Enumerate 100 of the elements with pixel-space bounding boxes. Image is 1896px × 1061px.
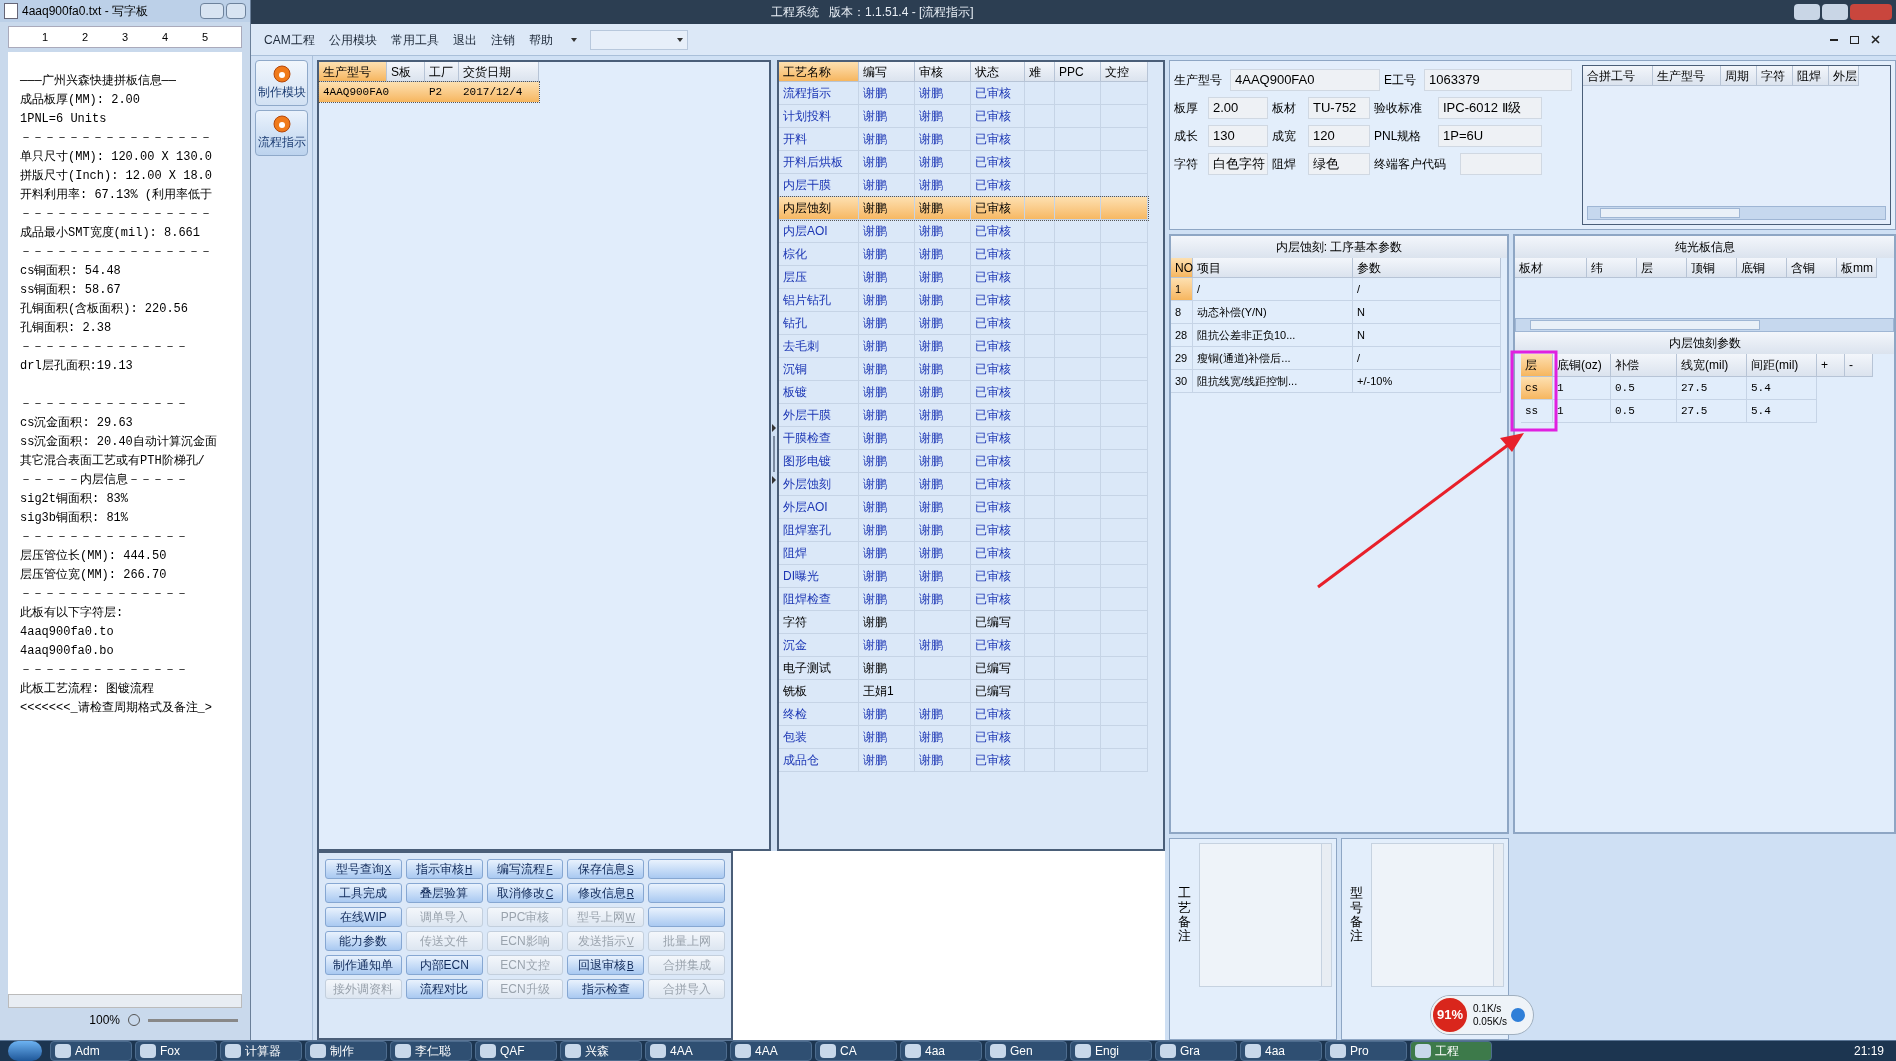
table-row[interactable]: 沉铜 谢鹏 谢鹏 已审核 <box>779 358 1148 381</box>
maximize-button[interactable] <box>226 3 246 19</box>
sidebar-button[interactable]: 流程指示 <box>255 110 308 156</box>
button[interactable]: 叠层验算 <box>405 883 483 903</box>
button[interactable]: 工具完成 <box>325 883 402 903</box>
taskbar-button[interactable]: Gra <box>1155 1041 1237 1061</box>
menu-item[interactable]: 公用模块 <box>323 30 382 49</box>
input-field[interactable]: 1P=6U <box>1438 125 1542 147</box>
horizontal-scrollbar[interactable] <box>8 994 242 1008</box>
dropdown-caret-icon[interactable] <box>676 37 683 42</box>
column-header[interactable]: 板材 <box>1515 258 1587 278</box>
column-header[interactable]: 阻焊 <box>1793 66 1829 86</box>
input-field[interactable]: 2.00 <box>1208 97 1268 119</box>
taskbar-button[interactable]: 李仁聪 <box>390 1041 472 1061</box>
input-field[interactable]: TU-752 <box>1308 97 1370 119</box>
table-row[interactable]: 铣板 王娟1 已编写 <box>779 680 1148 703</box>
table-row[interactable]: 铝片钻孔 谢鹏 谢鹏 已审核 <box>779 289 1148 312</box>
restore-icon[interactable] <box>1850 35 1859 44</box>
table-row[interactable]: 内层AOI 谢鹏 谢鹏 已审核 <box>779 220 1148 243</box>
taskbar-button[interactable]: QAF <box>475 1041 557 1061</box>
column-header[interactable]: - <box>1845 354 1873 377</box>
input-field[interactable]: 1063379 <box>1424 69 1572 91</box>
table-row[interactable]: DI曝光 谢鹏 谢鹏 已审核 <box>779 565 1148 588</box>
menu-item[interactable]: 退出 <box>447 30 482 49</box>
input-field[interactable]: 4AAQ900FA0 <box>1230 69 1380 91</box>
blank-button[interactable] <box>648 859 725 879</box>
taskbar-button[interactable]: 4aa <box>900 1041 982 1061</box>
table-row[interactable]: 层压 谢鹏 谢鹏 已审核 <box>779 266 1148 289</box>
button[interactable]: 保存信息S <box>567 859 645 879</box>
table-row[interactable]: 沉金 谢鹏 谢鹏 已审核 <box>779 634 1148 657</box>
scroll-thumb[interactable] <box>1600 208 1740 218</box>
column-header[interactable]: 生产型号 <box>1653 66 1721 86</box>
column-header[interactable]: 含铜 <box>1787 258 1837 278</box>
column-header[interactable]: 板mm <box>1837 258 1877 278</box>
table-row[interactable]: 计划投料 谢鹏 谢鹏 已审核 <box>779 105 1148 128</box>
taskbar-button[interactable]: Pro <box>1325 1041 1407 1061</box>
column-header[interactable]: 状态 <box>971 62 1025 82</box>
taskbar-button[interactable]: CA <box>815 1041 897 1061</box>
column-header[interactable]: 底铜(oz) <box>1553 354 1611 377</box>
taskbar-button[interactable]: Gen <box>985 1041 1067 1061</box>
table-row[interactable]: 钻孔 谢鹏 谢鹏 已审核 <box>779 312 1148 335</box>
button[interactable]: 在线WIP <box>325 907 402 927</box>
table-row[interactable]: 棕化 谢鹏 谢鹏 已审核 <box>779 243 1148 266</box>
column-header[interactable]: 底铜 <box>1737 258 1787 278</box>
table-row[interactable]: 流程指示 谢鹏 谢鹏 已审核 <box>779 82 1148 105</box>
table-row[interactable]: 板镀 谢鹏 谢鹏 已审核 <box>779 381 1148 404</box>
scroll-thumb[interactable] <box>1530 320 1760 330</box>
splitter-handle-icon[interactable] <box>771 423 777 484</box>
table-row[interactable]: 阻焊检查 谢鹏 谢鹏 已审核 <box>779 588 1148 611</box>
input-field[interactable]: 130 <box>1208 125 1268 147</box>
input-field[interactable]: IPC-6012 Ⅱ级 <box>1438 97 1542 119</box>
table-row[interactable]: 包装 谢鹏 谢鹏 已审核 <box>779 726 1148 749</box>
button[interactable]: 回退审核B <box>567 955 645 975</box>
vertical-scrollbar[interactable] <box>1321 844 1331 986</box>
horizontal-scrollbar[interactable] <box>1587 206 1886 220</box>
button[interactable]: 指示审核H <box>405 859 483 879</box>
input-field[interactable] <box>1460 153 1542 175</box>
taskbar-button[interactable]: 4AA <box>645 1041 727 1061</box>
column-header[interactable]: 文控 <box>1101 62 1148 82</box>
table-row[interactable]: 去毛刺 谢鹏 谢鹏 已审核 <box>779 335 1148 358</box>
minimize-icon[interactable] <box>1830 38 1838 41</box>
button[interactable]: 能力参数 <box>325 931 402 951</box>
minimize-button[interactable] <box>200 3 224 19</box>
menu-item[interactable]: 帮助 <box>523 30 558 49</box>
column-header[interactable]: 层 <box>1521 354 1553 377</box>
menu-item[interactable]: 常用工具 <box>385 30 444 49</box>
close-icon[interactable] <box>1871 35 1880 44</box>
taskbar-button[interactable]: Adm <box>50 1041 132 1061</box>
taskbar-button[interactable]: 计算器 <box>220 1041 302 1061</box>
minimize-button[interactable] <box>1794 4 1820 20</box>
dropdown-caret-icon[interactable] <box>570 37 577 42</box>
table-row[interactable]: 电子测试 谢鹏 已编写 <box>779 657 1148 680</box>
column-header[interactable]: 字符 <box>1757 66 1793 86</box>
table-row[interactable]: 终检 谢鹏 谢鹏 已审核 <box>779 703 1148 726</box>
table-row[interactable]: 4AAQ900FA0 P2 2017/12/4 <box>319 82 539 102</box>
column-header[interactable]: PPC <box>1055 62 1101 82</box>
button[interactable]: 型号查询X <box>325 859 402 879</box>
column-header[interactable]: 合拼工号 <box>1583 66 1653 86</box>
sidebar-button[interactable]: 制作模块 <box>255 60 308 106</box>
column-header[interactable]: 项目 <box>1193 258 1353 278</box>
taskbar-button[interactable]: 兴森 <box>560 1041 642 1061</box>
taskbar-button[interactable]: Fox <box>135 1041 217 1061</box>
table-row[interactable]: 图形电镀 谢鹏 谢鹏 已审核 <box>779 450 1148 473</box>
column-header[interactable]: + <box>1817 354 1845 377</box>
menu-item[interactable]: 注销 <box>485 30 520 49</box>
column-header[interactable]: 间距(mil) <box>1747 354 1817 377</box>
button[interactable]: 流程对比 <box>405 979 483 999</box>
table-row[interactable]: 开料 谢鹏 谢鹏 已审核 <box>779 128 1148 151</box>
column-header[interactable]: 生产型号 <box>319 62 387 82</box>
table-row[interactable]: 内层蚀刻 谢鹏 谢鹏 已审核 <box>779 197 1148 220</box>
taskbar-button[interactable]: Engi <box>1070 1041 1152 1061</box>
blank-button[interactable] <box>648 907 725 927</box>
blank-button[interactable] <box>648 883 725 903</box>
column-header[interactable]: NO <box>1171 258 1193 278</box>
column-header[interactable]: 工艺名称 <box>779 62 859 82</box>
table-row[interactable]: 阻焊 谢鹏 谢鹏 已审核 <box>779 542 1148 565</box>
column-header[interactable]: 层 <box>1637 258 1687 278</box>
column-header[interactable]: 线宽(mil) <box>1677 354 1747 377</box>
taskbar-button[interactable]: 工程 <box>1410 1041 1492 1061</box>
table-row[interactable]: 外层蚀刻 谢鹏 谢鹏 已审核 <box>779 473 1148 496</box>
